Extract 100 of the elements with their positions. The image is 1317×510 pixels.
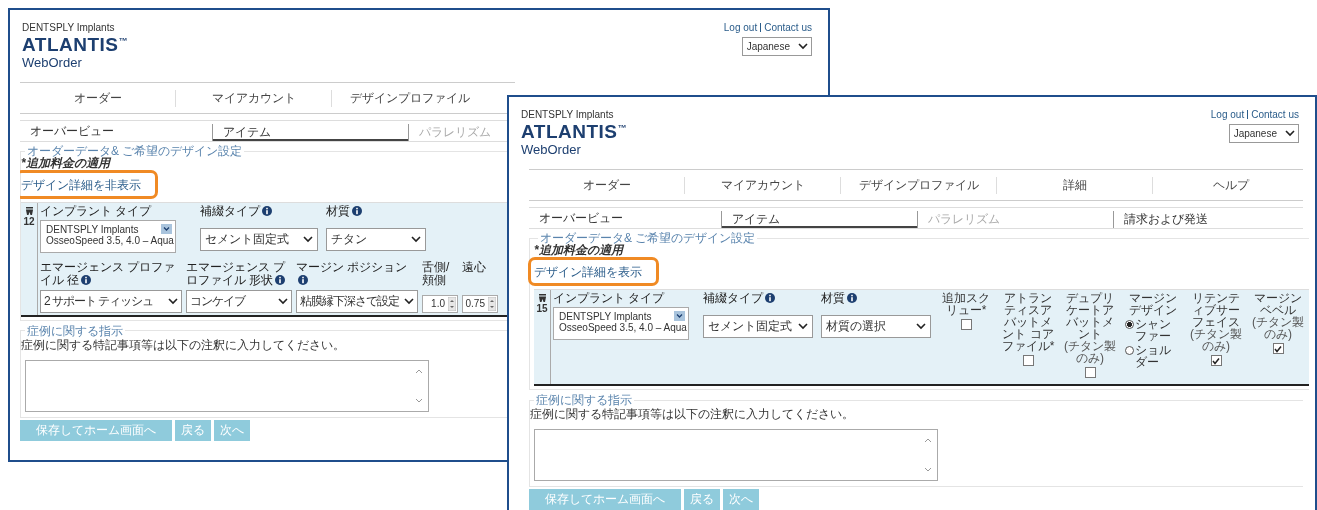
product-name: WebOrder xyxy=(521,142,582,156)
surcharge-note: *追加料金の適用 xyxy=(534,244,624,256)
header-link[interactable]: Contact us xyxy=(1251,109,1299,120)
chevron-icon xyxy=(411,236,421,244)
field-label: 舌側/頬側 xyxy=(422,261,451,288)
radio-button[interactable] xyxy=(1125,320,1134,329)
implant-select[interactable]: DENTSPLY Implants OsseoSpeed 3.5, 4.0 – Aqua xyxy=(40,220,176,254)
tooth-icon xyxy=(24,206,34,216)
language-select[interactable]: Japanese xyxy=(741,37,812,56)
option-label: 追加スクリュー* xyxy=(941,292,991,316)
chevron-icon xyxy=(404,297,414,305)
nav-tab[interactable]: ヘルプ xyxy=(1212,177,1249,192)
chevron-icon xyxy=(303,236,313,244)
info-icon[interactable] xyxy=(352,206,362,216)
header-link[interactable]: Log out xyxy=(723,22,758,33)
chevron-icon xyxy=(1285,130,1295,137)
nav-tab[interactable]: マイアカウント xyxy=(720,177,805,192)
checkbox[interactable] xyxy=(1022,355,1034,366)
dropdown-icon xyxy=(161,224,172,235)
nav-tab[interactable]: デザインプロファイル xyxy=(858,177,979,192)
nav-tab[interactable]: オーダー xyxy=(582,177,631,192)
field-label: 遠心 xyxy=(462,261,487,275)
section-legend: 症例に関する指示 xyxy=(25,324,125,337)
field-label: 補綴タイプ xyxy=(703,292,813,306)
dropdown-field[interactable]: 粘膜縁下深さで設定 xyxy=(296,289,418,313)
language-select[interactable]: Japanese xyxy=(1228,124,1299,143)
tooth-number: 12 xyxy=(23,216,35,227)
sub-tab[interactable]: オーバービュー xyxy=(20,121,212,141)
notes-field[interactable] xyxy=(534,429,938,481)
nav-tab[interactable]: オーダー xyxy=(73,90,122,105)
chevron-icon xyxy=(168,297,178,305)
product-name: WebOrder xyxy=(22,55,83,69)
option-note: (チタン製のみ) xyxy=(1251,316,1305,340)
info-icon[interactable] xyxy=(275,275,286,286)
option-label: アトランティスアバットメント コアファイル* xyxy=(1001,292,1055,352)
notes-field[interactable] xyxy=(25,359,429,412)
info-icon[interactable] xyxy=(765,293,775,303)
header-link[interactable]: Contact us xyxy=(764,22,812,33)
chevron-icon xyxy=(798,323,808,331)
stepper-icon xyxy=(448,296,456,311)
nav-tab[interactable]: マイアカウント xyxy=(211,90,296,105)
sub-tab[interactable]: 請求および発送 xyxy=(1114,211,1309,228)
sub-tab[interactable]: オーバービュー xyxy=(529,208,721,228)
details-link[interactable]: デザイン詳細を非表示 xyxy=(21,178,141,192)
field-label: エマージェンス プロファイル 径 xyxy=(40,261,177,288)
logo-text: ATLANTIS$^{™}$ xyxy=(521,122,628,143)
scroll-up-icon xyxy=(415,368,423,374)
chevron-icon xyxy=(278,297,288,305)
radio-button[interactable] xyxy=(1125,346,1134,355)
number-spinner[interactable]: 0.75 xyxy=(462,294,498,313)
company-name: DENTSPLY Implants xyxy=(521,109,615,120)
dropdown-field[interactable]: 材質の選択 xyxy=(821,315,931,339)
info-icon[interactable] xyxy=(298,275,308,286)
checkbox[interactable] xyxy=(960,319,972,330)
option-label: マージンベベル xyxy=(1253,292,1302,316)
tooth-icon xyxy=(537,293,547,303)
instruction-text: 症例に関する特記事項等は以下の注釈に入力してください。 xyxy=(21,337,346,354)
logo-text: ATLANTIS$^{™}$ xyxy=(22,35,129,56)
surcharge-note: *追加料金の適用 xyxy=(21,157,111,169)
radio-label: シャンファー xyxy=(1135,318,1172,342)
chevron-icon xyxy=(916,323,926,331)
chevron-icon xyxy=(798,43,808,50)
option-label: デュプリケートアバットメント xyxy=(1065,292,1114,340)
option-label: リテンティブサーフェイス xyxy=(1191,292,1240,328)
scroll-down-icon xyxy=(924,467,932,472)
field-label: インプラント タイプ xyxy=(553,292,666,306)
number-spinner[interactable]: 1.0 xyxy=(422,294,458,313)
field-label: 材質 xyxy=(326,205,426,219)
field-label: エマージェンス プロファイル 形状 xyxy=(186,261,287,288)
option-label: マージンデザイン xyxy=(1128,292,1178,316)
dropdown-field[interactable]: セメント固定式 xyxy=(703,315,813,339)
checkbox[interactable] xyxy=(1272,343,1284,354)
field-label: 補綴タイプ xyxy=(200,205,318,219)
dropdown-field[interactable]: コンケイブ xyxy=(186,289,292,313)
sub-tab[interactable]: アイテム xyxy=(722,211,917,228)
info-icon[interactable] xyxy=(81,275,92,286)
section-legend: オーダーデータ& ご希望のデザイン設定 xyxy=(538,232,758,244)
checkbox[interactable] xyxy=(1084,367,1096,378)
field-label: マージン ポジション xyxy=(296,261,418,288)
header-link[interactable]: Log out xyxy=(1210,109,1245,120)
info-icon[interactable] xyxy=(847,293,857,303)
nav-tab[interactable]: デザインプロファイル xyxy=(349,90,470,105)
sub-tab[interactable]: アイテム xyxy=(213,124,408,141)
dropdown-field[interactable]: セメント固定式 xyxy=(200,228,318,252)
option-note: (チタン製のみ) xyxy=(1189,328,1243,352)
dropdown-field[interactable]: チタン xyxy=(326,228,426,252)
field-label: 材質 xyxy=(821,292,931,306)
option-note: (チタン製のみ) xyxy=(1063,340,1117,364)
dropdown-icon xyxy=(674,311,685,322)
nav-tab[interactable]: 詳細 xyxy=(1062,177,1087,192)
scroll-down-icon xyxy=(415,397,423,403)
scroll-up-icon xyxy=(924,438,932,443)
checkbox[interactable] xyxy=(1210,355,1222,366)
info-icon[interactable] xyxy=(262,206,272,216)
field-label: インプラント タイプ xyxy=(40,205,153,219)
dropdown-field[interactable]: 2 サポート ティッシュ xyxy=(40,289,182,313)
implant-select[interactable]: DENTSPLY Implants OsseoSpeed 3.5, 4.0 – Aqua xyxy=(553,307,689,341)
stepper-icon xyxy=(488,296,496,311)
section-legend: 症例に関する指示 xyxy=(534,394,634,406)
details-link[interactable]: デザイン詳細を表示 xyxy=(534,265,642,279)
